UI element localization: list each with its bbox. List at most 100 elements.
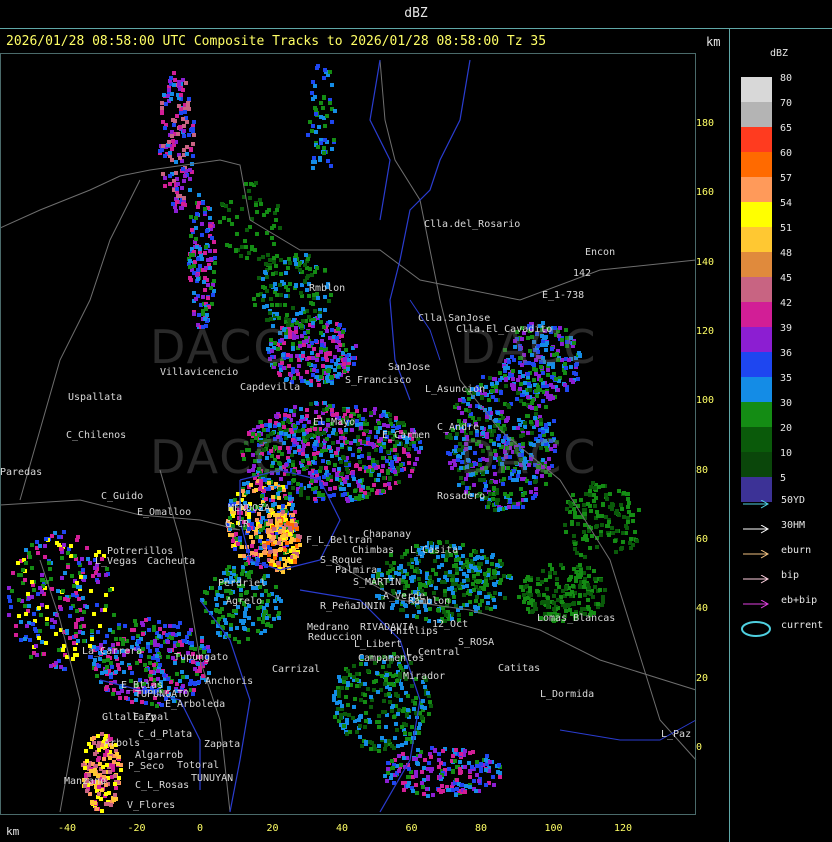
legend-value: 51 [780, 223, 793, 234]
place-label: Clla.El_Cavadito [456, 324, 553, 335]
place-label: MENDOZA [228, 503, 271, 514]
track-legend-item: 50YD [741, 494, 831, 514]
place-label: Clla.SanJose [418, 313, 491, 324]
legend-value: 20 [780, 423, 793, 434]
track-legend-item: 30HM [741, 519, 831, 539]
legend-value: 70 [780, 98, 793, 109]
place-label: Catitas [498, 663, 541, 674]
place-label: Anchoris [205, 676, 254, 687]
place-label: Palmira [335, 565, 378, 576]
x-tick-label: 120 [614, 823, 633, 834]
place-label: E_Arboleda [165, 699, 226, 710]
track-label: 30HM [781, 520, 806, 531]
track-label: bip [781, 570, 800, 581]
y-tick-label: 20 [696, 672, 709, 684]
place-label: Perdriel [218, 578, 267, 589]
y-tick-label: 0 [696, 742, 703, 753]
place-label: Villavicencio [160, 367, 239, 378]
y-tick-label: 80 [696, 464, 709, 476]
place-label: L_Dormida [540, 689, 595, 700]
place-label: L_Asuncion [425, 384, 486, 395]
legend-swatch [741, 377, 772, 402]
place-label: 142 [573, 268, 592, 279]
place-label: Mirador [403, 671, 446, 682]
place-label: R_Peña [320, 601, 357, 612]
place-label: 12_Oct [432, 619, 469, 630]
y-tick-label: 180 [696, 118, 715, 129]
x-tick-label: 40 [336, 823, 349, 834]
track-label: 50YD [781, 495, 806, 506]
x-tick-label: -20 [127, 823, 146, 834]
place-label: E_Zpal [133, 712, 170, 723]
place-label: El_Mayo [313, 417, 356, 428]
place-label: C_Guido [101, 491, 144, 502]
legend-value: 36 [780, 348, 793, 359]
x-tick-label: 100 [544, 823, 563, 834]
legend-swatch [741, 352, 772, 377]
legend-swatch [741, 77, 772, 102]
place-label: Totoral [177, 760, 220, 771]
place-label: S_Francisco [345, 375, 412, 386]
place-label: Ramblon [408, 596, 451, 607]
place-label: P_Seco [128, 761, 165, 772]
legend-value: 42 [780, 298, 793, 309]
x-tick-label: 20 [266, 823, 279, 834]
x-tick-label: 60 [405, 823, 418, 834]
y-tick-label: 40 [696, 603, 709, 615]
legend-swatch [741, 102, 772, 127]
place-label: Carrizal [272, 664, 321, 675]
track-legend-item: eb+bip [741, 594, 831, 614]
place-label: E_Omalloo [137, 507, 192, 518]
place-label: C_L_Rosas [135, 780, 190, 791]
place-label: C_Andre [437, 422, 480, 433]
legend-swatch [741, 127, 772, 152]
legend-value: 30 [780, 398, 793, 409]
track-legend-item: current [741, 619, 831, 639]
legend-value: 10 [780, 448, 793, 459]
legend-swatch [741, 427, 772, 452]
legend-value: 57 [780, 173, 793, 184]
legend-value: 39 [780, 323, 793, 334]
y-tick-label: 140 [696, 256, 715, 268]
watermark-dacc: DACC [150, 320, 288, 374]
y-tick-label: 100 [696, 395, 715, 407]
legend-value: 65 [780, 123, 793, 134]
place-label: L_Vegas [95, 556, 138, 567]
place-label: Phillips [390, 626, 439, 637]
legend-swatch [741, 177, 772, 202]
place-label: Zapata [204, 739, 241, 750]
y-tick-label: 60 [696, 534, 709, 545]
place-label: Rmblon [309, 283, 346, 294]
place-label: E_Carmen [382, 430, 431, 441]
place-label: S_MARTIN [353, 577, 402, 588]
place-label: C_d_Plata [138, 729, 193, 740]
place-label: G_CR [225, 519, 250, 530]
place-label: Agrelo [226, 596, 263, 607]
legend-value: 60 [780, 148, 793, 159]
watermark-dacc: DACC [150, 430, 288, 484]
place-label: L_Casita [410, 545, 459, 556]
legend-swatch [741, 227, 772, 252]
y-tick-label: 120 [696, 326, 715, 337]
place-label: V_Flores [127, 800, 176, 811]
place-label: Cacheuta [147, 556, 196, 567]
place-label: L_Libert [354, 639, 403, 650]
place-label: Arbols [104, 738, 141, 749]
place-label: Uspallata [68, 392, 123, 403]
legend-value: 54 [780, 198, 793, 209]
legend-title: dBZ [770, 48, 789, 59]
place-label: La_Carrera [82, 646, 143, 657]
x-axis-unit: km [6, 825, 20, 838]
place-label: C_Chilenos [66, 430, 127, 441]
legend-value: 48 [780, 248, 793, 259]
place-label: S_ROSA [458, 637, 495, 648]
track-legend-item: eburn [741, 544, 831, 564]
dbz-color-legend [741, 77, 772, 502]
legend-swatch [741, 327, 772, 352]
watermark-dacc: DACC [460, 430, 598, 484]
place-label: Paredas [0, 467, 43, 478]
place-label: Rosadero [437, 491, 486, 502]
place-label: L_Paz [661, 729, 692, 740]
track-label: current [781, 620, 824, 631]
legend-swatch [741, 152, 772, 177]
